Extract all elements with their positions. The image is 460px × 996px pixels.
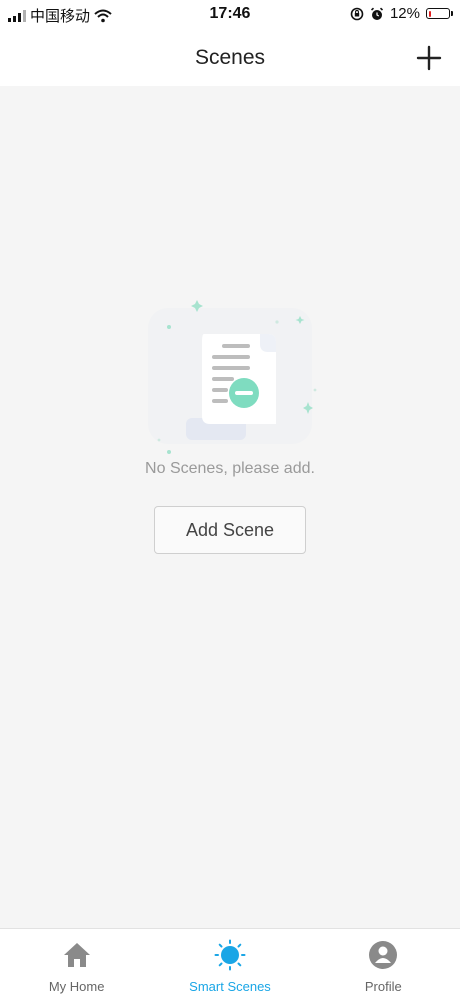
alarm-icon [370,7,384,20]
status-bar: 中国移动 17:46 12% [0,0,460,32]
tab-bar: My Home Smart Scenes Profile [0,928,460,996]
tab-my-home[interactable]: My Home [0,929,153,996]
plus-icon[interactable] [414,43,444,73]
tab-label: Smart Scenes [189,979,271,994]
home-icon [63,943,90,967]
empty-document-illustration [148,300,317,454]
page-title: Scenes [194,46,266,69]
profile-icon [369,941,398,969]
status-right: 12% [350,5,453,22]
add-scene-button[interactable]: Add Scene [154,506,306,554]
empty-state-message: No Scenes, please add. [145,460,315,477]
header: Scenes [0,32,460,86]
battery-icon [426,8,453,19]
tab-label: Profile [364,979,402,994]
tab-label: My Home [48,979,105,994]
rotation-lock-icon [350,7,364,20]
battery-percent: 12% [389,5,420,22]
tab-smart-scenes[interactable]: Smart Scenes [153,929,306,996]
sun-icon [214,939,246,971]
battery-level [428,10,431,17]
tab-profile[interactable]: Profile [307,929,460,996]
